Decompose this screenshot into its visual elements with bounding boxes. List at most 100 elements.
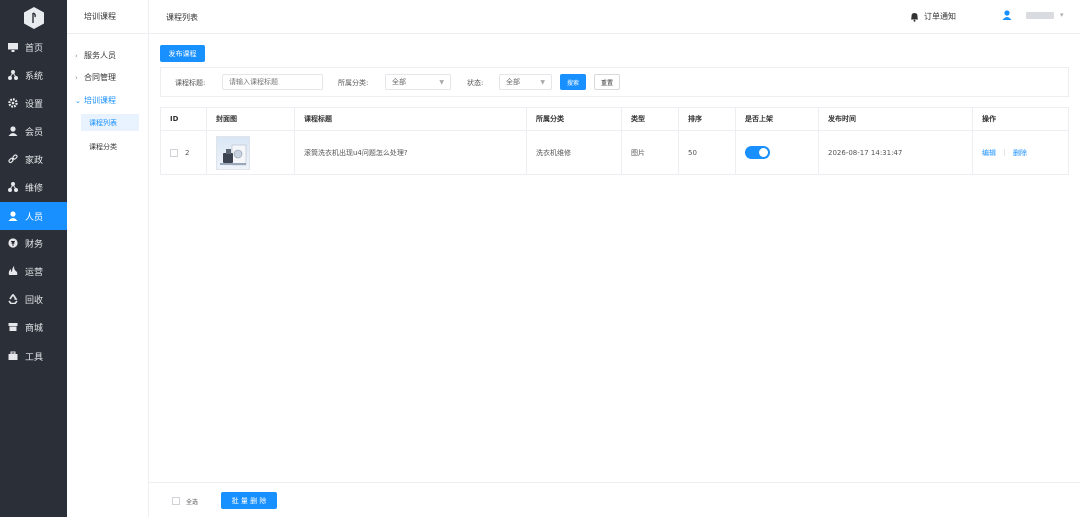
user-icon [8,211,18,221]
course-cover-image [216,135,250,170]
cell-actions: 编辑 删除 [973,131,1070,174]
fire-icon [8,266,18,276]
title-filter-input[interactable]: 请输入课程标题 [222,74,323,90]
sidebar-item-system[interactable]: 系统 [0,61,67,89]
subnav-item-service-staff[interactable]: › 服务人员 [75,50,116,61]
category-select[interactable]: 全部 ▼ [385,74,451,90]
filter-bar: 课程标题: 请输入课程标题 所属分类: 全部 ▼ 状态: 全部 ▼ 搜索 重置 [160,67,1069,97]
cell-category: 洗衣机维修 [527,131,622,174]
app-logo[interactable] [24,7,44,29]
status-select[interactable]: 全部 ▼ [499,74,552,90]
sidebar-item-label: 回收 [25,295,44,306]
cell-published: 2026-08-17 14:31:47 [819,131,973,174]
cell-on-shelf [736,131,819,174]
col-cover: 封面图 [207,108,295,130]
col-on-shelf: 是否上架 [736,108,819,130]
sidebar-item-label: 人员 [25,212,44,223]
subnav-title: 培训课程 [67,0,148,34]
sidebar-item-label: 工具 [25,352,44,363]
sidebar-item-tools[interactable]: 工具 [0,342,67,370]
sidebar-item-label: 首页 [25,43,44,54]
sub-sidebar: 培训课程 › 服务人员 › 合同管理 ⌄ 培训课程 课程列表 课程分类 [67,0,149,517]
chevron-right-icon: › [75,73,78,82]
user-icon [8,126,18,136]
username-redacted [1026,11,1054,19]
title-filter-label: 课程标题: [175,79,206,87]
bell-icon [911,12,918,22]
row-id: 2 [185,148,190,157]
subnav-item-contracts[interactable]: › 合同管理 [75,72,116,83]
user-avatar-icon [1002,10,1012,20]
status-select-value: 全部 [506,78,520,86]
top-header: 课程列表 订单通知 ▾ [149,0,1080,34]
app-root: 首页 系统 设置 会员 家政 维修 人员 财务 运营 回收 商城 工具 培训课程… [0,0,1080,517]
subnav-item-label: 培训课程 [84,96,116,105]
subnav-item-label: 服务人员 [84,51,116,60]
row-checkbox[interactable] [170,148,178,157]
sidebar-item-home[interactable]: 首页 [0,33,67,61]
sidebar-item-housekeeping[interactable]: 家政 [0,145,67,173]
order-notice-label: 订单通知 [924,12,956,21]
select-all-checkbox[interactable] [172,497,180,505]
reset-button[interactable]: 重置 [594,74,620,90]
sidebar-item-label: 会员 [25,127,44,138]
col-sort: 排序 [679,108,736,130]
sidebar-item-staff[interactable]: 人员 [0,202,67,230]
status-filter-label: 状态: [467,79,484,87]
link-icon [8,154,18,164]
footer-bar: 全选 批 量 删 除 [149,482,1080,517]
shop-icon [8,322,18,332]
sidebar-item-label: 财务 [25,239,44,250]
delete-link[interactable]: 删除 [1013,148,1027,158]
chevron-down-icon: ▼ [439,79,444,86]
chevron-down-icon: ▾ [1060,11,1064,19]
main-content: 发布课程 课程标题: 请输入课程标题 所属分类: 全部 ▼ 状态: 全部 ▼ 搜… [149,34,1080,482]
sidebar-item-member[interactable]: 会员 [0,117,67,145]
edit-link[interactable]: 编辑 [982,148,996,158]
cell-title: 滚筒洗衣机出现u4问题怎么处理? [295,131,527,174]
sidebar-item-label: 家政 [25,155,44,166]
subnav-item-label: 合同管理 [84,73,116,82]
on-shelf-toggle[interactable] [745,146,770,159]
batch-delete-button[interactable]: 批 量 删 除 [221,492,277,509]
category-select-value: 全部 [392,78,406,86]
recycle-icon [8,294,18,304]
toolbox-icon [8,351,18,361]
select-all-label: 全选 [186,499,199,506]
subnav-child-course-category[interactable]: 课程分类 [81,138,139,155]
col-actions: 操作 [982,115,996,123]
table-header: ID 封面图 课程标题 所属分类 类型 排序 是否上架 发布时间 操作 [161,108,1068,131]
category-filter-label: 所属分类: [338,79,369,87]
subnav-child-course-list[interactable]: 课程列表 [81,114,139,131]
sidebar-item-finance[interactable]: 财务 [0,229,67,257]
cell-sort: 50 [679,131,736,174]
chevron-down-icon: ⌄ [75,96,81,105]
publish-course-button[interactable]: 发布课程 [160,45,205,62]
sidebar-item-label: 设置 [25,99,44,110]
sidebar-item-mall[interactable]: 商城 [0,313,67,341]
subnav-item-training[interactable]: ⌄ 培训课程 [75,95,116,106]
sidebar-item-operations[interactable]: 运营 [0,257,67,285]
col-type: 类型 [622,108,679,130]
col-category: 所属分类 [527,108,622,130]
org-icon [8,182,18,192]
sidebar-item-recycle[interactable]: 回收 [0,285,67,313]
cell-id: 2 [161,131,207,174]
gear-icon [8,98,18,108]
col-id: ID [161,108,207,130]
page-title: 课程列表 [166,13,198,22]
main-sidebar: 首页 系统 设置 会员 家政 维修 人员 财务 运营 回收 商城 工具 [0,0,67,517]
coin-icon [8,238,18,248]
action-divider [1004,149,1005,156]
cell-cover [207,131,295,174]
chevron-down-icon: ▼ [540,79,545,86]
cell-type: 图片 [622,131,679,174]
sidebar-item-settings[interactable]: 设置 [0,89,67,117]
sidebar-item-repair[interactable]: 维修 [0,173,67,201]
search-button[interactable]: 搜索 [560,74,586,90]
order-notice[interactable]: 订单通知 [910,11,956,22]
col-published: 发布时间 [819,108,973,130]
monitor-icon [8,42,18,52]
org-icon [8,70,18,80]
user-menu[interactable]: ▾ [1002,10,1064,20]
